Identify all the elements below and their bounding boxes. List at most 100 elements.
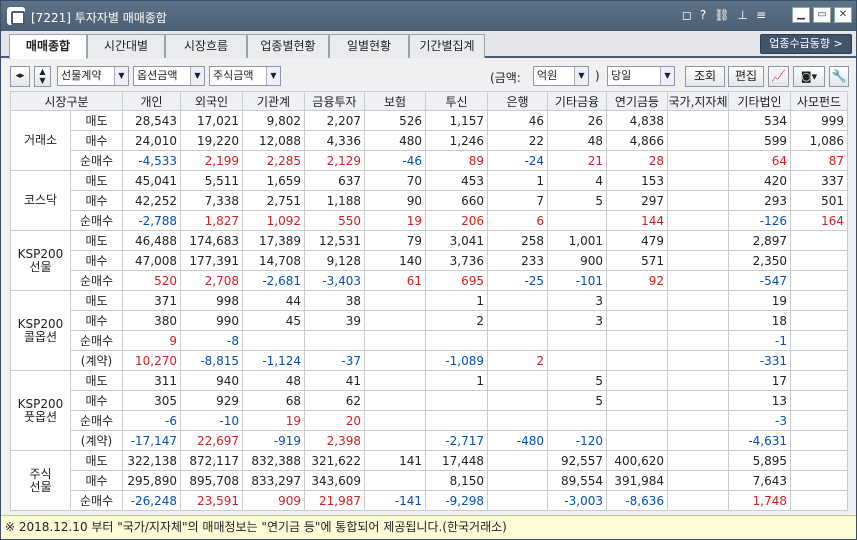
period-select[interactable]: 당일 ▼ bbox=[607, 66, 675, 86]
column-header[interactable]: 기타법인 bbox=[728, 91, 791, 111]
tab-summary[interactable]: 매매종합 bbox=[9, 34, 87, 59]
value-cell: 21 bbox=[547, 150, 607, 171]
value-cell: 520 bbox=[122, 270, 181, 291]
value-cell: 998 bbox=[180, 290, 243, 311]
chevron-down-icon: ▼ bbox=[574, 67, 588, 85]
chat-icon[interactable]: ◻ bbox=[682, 8, 692, 22]
value-cell: 46 bbox=[487, 110, 548, 131]
value-cell: 5,895 bbox=[728, 450, 791, 471]
value-cell: -37 bbox=[304, 350, 365, 371]
tab-hourly[interactable]: 시간대별 bbox=[87, 34, 165, 58]
edit-button[interactable]: 편집 bbox=[728, 66, 764, 87]
value-cell: 337 bbox=[790, 170, 848, 191]
value-cell: 90 bbox=[364, 190, 426, 211]
column-header[interactable]: 사모펀드 bbox=[790, 91, 848, 111]
value-cell: 89,554 bbox=[547, 470, 607, 491]
row-label: 매도 bbox=[70, 370, 123, 391]
value-cell: 305 bbox=[122, 390, 181, 411]
link-icon[interactable]: ⛓ bbox=[714, 8, 729, 22]
value-cell: 1,188 bbox=[304, 190, 365, 211]
column-header[interactable]: 외국인 bbox=[180, 91, 243, 111]
value-cell bbox=[606, 410, 668, 431]
menu-icon[interactable]: ≡ bbox=[756, 8, 766, 22]
futures-select[interactable]: 선물계약 ▼ bbox=[57, 66, 129, 86]
value-cell bbox=[667, 430, 729, 451]
value-cell: 550 bbox=[304, 210, 365, 231]
value-cell bbox=[487, 450, 548, 471]
column-header[interactable]: 보험 bbox=[364, 91, 426, 111]
value-cell: 1,659 bbox=[242, 170, 305, 191]
value-cell bbox=[667, 410, 729, 431]
value-cell: 7 bbox=[487, 190, 548, 211]
value-cell: 1,092 bbox=[242, 210, 305, 231]
value-cell: 4,866 bbox=[606, 130, 668, 151]
value-cell: 380 bbox=[122, 310, 181, 331]
value-cell bbox=[667, 110, 729, 131]
value-cell bbox=[364, 350, 426, 371]
swap-ud-icon[interactable]: ▲ ▼ bbox=[34, 66, 51, 87]
value-cell: 12,531 bbox=[304, 230, 365, 251]
options-select[interactable]: 옵션금액 ▼ bbox=[133, 66, 205, 86]
column-header[interactable]: 투신 bbox=[425, 91, 488, 111]
row-label: 매도 bbox=[70, 170, 123, 191]
value-cell: 233 bbox=[487, 250, 548, 271]
help-icon[interactable]: ? bbox=[700, 8, 706, 22]
close-button[interactable]: ✕ bbox=[834, 7, 852, 23]
camera-icon[interactable]: ◙▾ bbox=[793, 66, 825, 87]
column-header[interactable]: 연기금등 bbox=[606, 91, 668, 111]
column-header[interactable]: 시장구분 bbox=[10, 91, 123, 111]
value-cell: 660 bbox=[425, 190, 488, 211]
toolbar: ◂▸ ▲ ▼ 선물계약 ▼ 옵션금액 ▼ 주식금액 ▼ (금액: 억원 ▼ ) 당일 ▼ 조… bbox=[1, 60, 856, 90]
value-cell bbox=[425, 390, 488, 411]
chart-icon[interactable]: 📈 bbox=[768, 66, 789, 87]
value-cell: 2,129 bbox=[304, 150, 365, 171]
value-cell: -2,717 bbox=[425, 430, 488, 451]
stock-select[interactable]: 주식금액 ▼ bbox=[209, 66, 281, 86]
swap-lr-icon[interactable]: ◂▸ bbox=[10, 66, 30, 87]
pin-icon[interactable]: ⊥ bbox=[737, 8, 747, 22]
table-row: 매수 42,252 7,338 2,751 1,188 90 660 7 5 297 293 501 bbox=[11, 190, 848, 211]
value-cell: 534 bbox=[728, 110, 791, 131]
wrench-icon[interactable]: 🔧 bbox=[829, 66, 849, 87]
value-cell: 400,620 bbox=[606, 450, 668, 471]
value-cell: -126 bbox=[728, 210, 791, 231]
column-header[interactable]: 기관계 bbox=[242, 91, 305, 111]
column-header[interactable]: 기타금융 bbox=[547, 91, 607, 111]
table-row: 매수 24,010 19,220 12,088 4,336 480 1,246 22 48 4,8… bbox=[11, 130, 848, 151]
value-cell: 48 bbox=[242, 370, 305, 391]
row-label: 매수 bbox=[70, 130, 123, 151]
value-cell: 44 bbox=[242, 290, 305, 311]
value-cell: -141 bbox=[364, 490, 426, 511]
tab-sector[interactable]: 업종별현황 bbox=[247, 34, 329, 58]
value-cell bbox=[364, 330, 426, 351]
value-cell: 480 bbox=[364, 130, 426, 151]
value-cell: 1 bbox=[425, 370, 488, 391]
tab-daily[interactable]: 일별현황 bbox=[329, 34, 409, 58]
value-cell: 1,246 bbox=[425, 130, 488, 151]
value-cell: 39 bbox=[304, 310, 365, 331]
sector-supply-button[interactable]: 업종수급동향 > bbox=[760, 34, 852, 54]
value-cell: 19,220 bbox=[180, 130, 243, 151]
table-row: (계약) 10,270 -8,815 -1,124 -37 -1,089 2 -331 bbox=[11, 350, 848, 371]
column-header[interactable]: 개인 bbox=[122, 91, 181, 111]
unit-select[interactable]: 억원 ▼ bbox=[533, 66, 589, 86]
column-header[interactable]: 국가,지자체 bbox=[667, 91, 729, 111]
value-cell: 872,117 bbox=[180, 450, 243, 471]
query-button[interactable]: 조회 bbox=[685, 66, 725, 87]
tab-market-flow[interactable]: 시장흐름 bbox=[165, 34, 247, 58]
tab-period[interactable]: 기간별집계 bbox=[409, 34, 485, 58]
value-cell: -101 bbox=[547, 270, 607, 291]
minimize-button[interactable]: ▁ bbox=[792, 7, 810, 23]
maximize-button[interactable]: ▭ bbox=[813, 7, 831, 23]
row-label: 순매수 bbox=[70, 490, 123, 511]
value-cell: 2,285 bbox=[242, 150, 305, 171]
column-header[interactable]: 은행 bbox=[487, 91, 548, 111]
value-cell: 599 bbox=[728, 130, 791, 151]
value-cell: -24 bbox=[487, 150, 548, 171]
value-cell: 141 bbox=[364, 450, 426, 471]
value-cell bbox=[790, 430, 848, 451]
column-header[interactable]: 금융투자 bbox=[304, 91, 365, 111]
value-cell: 7,643 bbox=[728, 470, 791, 491]
value-cell: 26 bbox=[547, 110, 607, 131]
value-cell bbox=[790, 390, 848, 411]
